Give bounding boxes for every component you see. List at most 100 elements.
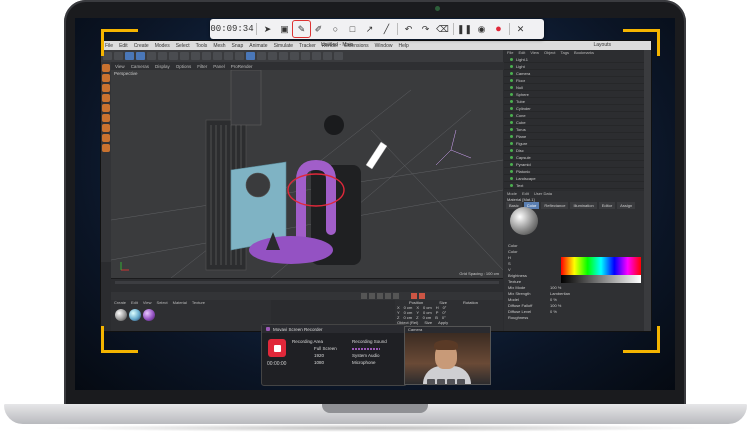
edges-mode-icon[interactable]: [102, 94, 110, 102]
boole-icon[interactable]: [290, 52, 299, 60]
object-row[interactable]: Plane: [504, 133, 644, 140]
object-row[interactable]: Cone: [504, 112, 644, 119]
lock-icon[interactable]: [102, 144, 110, 152]
object-row[interactable]: Figure: [504, 140, 644, 147]
snap-icon[interactable]: [102, 124, 110, 132]
menu-item[interactable]: Modes: [155, 43, 170, 49]
capture-corner-top-left[interactable]: [101, 29, 138, 56]
object-menu-item[interactable]: Tags: [561, 50, 569, 56]
object-row[interactable]: Cylinder: [504, 105, 644, 112]
object-row[interactable]: Tube: [504, 98, 644, 105]
viewport-menu-item[interactable]: Options: [176, 64, 192, 69]
menu-item[interactable]: Animate: [249, 43, 267, 49]
visibility-dot[interactable]: [510, 120, 513, 124]
pen-spline-icon[interactable]: [257, 52, 266, 60]
visibility-dot[interactable]: [510, 78, 513, 82]
visibility-dot[interactable]: [510, 162, 513, 166]
visibility-dot[interactable]: [510, 183, 513, 187]
redo-icon[interactable]: ↷: [417, 21, 434, 37]
timeline[interactable]: [111, 278, 503, 293]
visibility-dot[interactable]: [510, 106, 513, 110]
viewport-menu-item[interactable]: ProRender: [231, 64, 253, 69]
line-icon[interactable]: ╱: [378, 21, 395, 37]
object-row[interactable]: Light.1: [504, 56, 644, 63]
stop-icon[interactable]: ◉: [473, 21, 490, 37]
right-tab-strip[interactable]: [644, 50, 651, 331]
menu-item[interactable]: Help: [398, 43, 408, 49]
visibility-dot[interactable]: [510, 176, 513, 180]
axis-y-icon[interactable]: [180, 52, 189, 60]
close-icon[interactable]: ✕: [512, 21, 529, 37]
object-menu-item[interactable]: Object: [544, 50, 556, 56]
material-menu-item[interactable]: Edit: [131, 300, 138, 306]
tab-assign[interactable]: Assign: [617, 202, 636, 209]
height-field[interactable]: 1080: [292, 359, 337, 366]
field-value[interactable]: 0 %: [550, 309, 570, 315]
material-menu-item[interactable]: Create: [114, 300, 126, 306]
material-menu-item[interactable]: Select: [157, 300, 168, 306]
visibility-dot[interactable]: [510, 85, 513, 89]
material-menu-item[interactable]: Texture: [192, 300, 205, 306]
object-row[interactable]: Light: [504, 63, 644, 70]
object-row[interactable]: Cube: [504, 119, 644, 126]
3d-viewport[interactable]: Perspective Grid Spacing: 100 cm: [111, 70, 503, 278]
undo-icon[interactable]: ↶: [400, 21, 417, 37]
axis-z-icon[interactable]: [191, 52, 200, 60]
pen-icon[interactable]: ✎: [292, 20, 311, 38]
menu-item[interactable]: Simulate: [274, 43, 293, 49]
material-swatch[interactable]: [115, 309, 127, 321]
circle-icon[interactable]: ○: [327, 21, 344, 37]
object-row[interactable]: Capsule: [504, 154, 644, 161]
menu-item[interactable]: Tracker: [299, 43, 316, 49]
color-spectrum-picker[interactable]: [561, 257, 641, 275]
object-menu-item[interactable]: View: [530, 50, 539, 56]
polygons-mode-icon[interactable]: [102, 104, 110, 112]
rotate-tool-icon[interactable]: [158, 52, 167, 60]
object-row[interactable]: Pyramid: [504, 161, 644, 168]
object-row[interactable]: Landscape: [504, 175, 644, 182]
system-audio-toggle[interactable]: System Audio: [352, 352, 387, 359]
array-icon[interactable]: [279, 52, 288, 60]
visibility-dot[interactable]: [510, 141, 513, 145]
object-row[interactable]: Torus: [504, 126, 644, 133]
capture-corner-bottom-left[interactable]: [101, 326, 138, 353]
tab-editor[interactable]: Editor: [598, 202, 616, 209]
visibility-dot[interactable]: [510, 134, 513, 138]
object-row[interactable]: Camera: [504, 70, 644, 77]
object-row[interactable]: Platonic: [504, 168, 644, 175]
viewport-menu-item[interactable]: Filter: [197, 64, 207, 69]
brightness-bar[interactable]: [561, 275, 641, 283]
viewport-menu-item[interactable]: Display: [155, 64, 170, 69]
highlighter-icon[interactable]: ✐: [310, 21, 327, 37]
webcam-close-button[interactable]: [457, 379, 465, 384]
cube-object-icon[interactable]: [246, 52, 255, 60]
render-view-icon[interactable]: [213, 52, 222, 60]
menu-item[interactable]: Select: [176, 43, 190, 49]
object-row[interactable]: Text: [504, 182, 644, 189]
crop-icon[interactable]: ▣: [276, 21, 293, 37]
axis-x-icon[interactable]: [169, 52, 178, 60]
visibility-dot[interactable]: [510, 57, 513, 61]
visibility-dot[interactable]: [510, 64, 513, 68]
start-recording-button[interactable]: [268, 339, 286, 357]
object-row[interactable]: Sphere: [504, 91, 644, 98]
menu-item[interactable]: Snap: [232, 43, 244, 49]
capture-corner-top-right[interactable]: [623, 29, 660, 56]
record-icon[interactable]: ●: [490, 21, 507, 37]
floor-icon[interactable]: [312, 52, 321, 60]
workplane-icon[interactable]: [102, 134, 110, 142]
subdivision-icon[interactable]: [268, 52, 277, 60]
object-menu-item[interactable]: Edit: [518, 50, 525, 56]
viewport-menu-item[interactable]: Panel: [213, 64, 225, 69]
webcam-settings-button[interactable]: [427, 379, 435, 384]
camera-object-icon[interactable]: [323, 52, 332, 60]
microphone-toggle[interactable]: Microphone: [352, 359, 387, 366]
tab-reflectance[interactable]: Reflectance: [541, 202, 569, 209]
points-mode-icon[interactable]: [102, 84, 110, 92]
visibility-dot[interactable]: [510, 92, 513, 96]
viewport-menu-item[interactable]: Cameras: [131, 64, 149, 69]
viewport-menu-item[interactable]: View: [115, 64, 125, 69]
pause-icon[interactable]: ❚❚: [456, 21, 473, 37]
menu-item[interactable]: Mesh: [213, 43, 225, 49]
visibility-dot[interactable]: [510, 148, 513, 152]
